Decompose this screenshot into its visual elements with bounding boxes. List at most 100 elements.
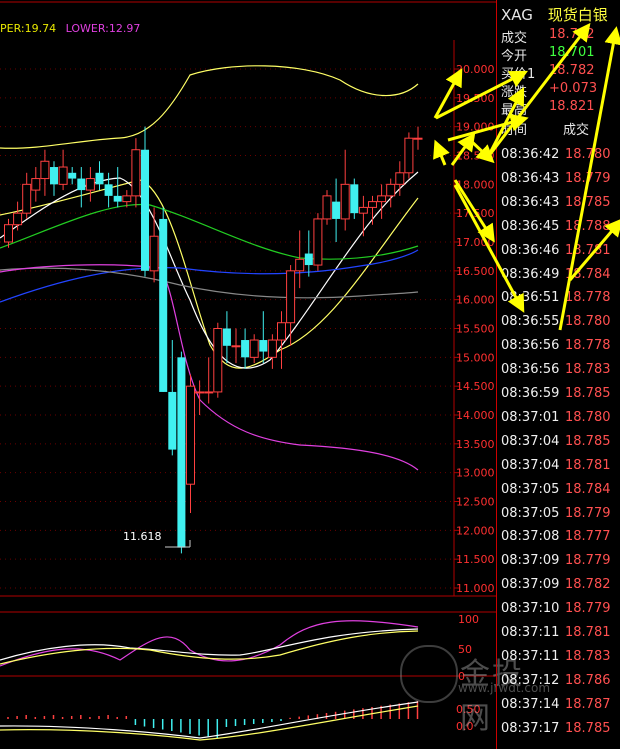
candle-body bbox=[50, 167, 58, 185]
candle-body bbox=[322, 195, 332, 220]
trade-row: 08:36:45 18.788 bbox=[501, 219, 619, 243]
trade-time: 08:36:55 bbox=[501, 314, 560, 330]
candle-body bbox=[95, 172, 104, 185]
trade-time: 08:36:42 bbox=[501, 147, 560, 162]
watermark-emblem bbox=[400, 645, 458, 703]
bollinger-lower: LOWER:12.97 bbox=[65, 22, 141, 35]
trade-price: 18.779 bbox=[565, 601, 611, 617]
trade-row: 08:37:14 18.787 bbox=[501, 697, 619, 721]
trade-row: 08:36:55 18.780 bbox=[501, 314, 619, 338]
trade-time: 08:37:08 bbox=[501, 529, 560, 545]
trade-time: 08:37:12 bbox=[501, 672, 560, 688]
candle-body bbox=[168, 391, 177, 450]
instrument-name: 现货白银 bbox=[547, 6, 608, 24]
candle-body bbox=[31, 178, 41, 191]
quote-label: 最高 bbox=[501, 103, 528, 118]
trade-row: 08:36:43 18.779 bbox=[501, 171, 619, 195]
candle-body bbox=[368, 201, 377, 208]
candle-body bbox=[4, 224, 13, 243]
trade-price: 18.779 bbox=[565, 553, 611, 569]
quote-label: 成交 bbox=[501, 31, 528, 46]
price-tick-label: 16.000 bbox=[456, 294, 495, 307]
candle-body bbox=[386, 183, 396, 197]
quote-row: 买价1 18.782 bbox=[501, 63, 619, 82]
trade-time: 08:37:11 bbox=[501, 648, 560, 664]
candle-body bbox=[104, 184, 113, 196]
price-tick-label: 11.000 bbox=[456, 582, 495, 595]
quote-row: 成交 18.782 bbox=[501, 27, 619, 46]
trade-price: 18.780 bbox=[565, 147, 611, 162]
candle-body bbox=[149, 235, 159, 272]
trade-row: 08:37:11 18.781 bbox=[501, 625, 619, 649]
trade-time: 08:36:43 bbox=[501, 194, 560, 210]
quote-label: 今开 bbox=[501, 49, 528, 64]
trade-time: 08:37:10 bbox=[501, 601, 560, 617]
candle-body bbox=[204, 391, 214, 394]
price-tick-label: 17.000 bbox=[456, 236, 495, 249]
candle-body bbox=[113, 195, 122, 202]
candle-body bbox=[267, 339, 277, 358]
price-tick-label: 18.500 bbox=[456, 150, 495, 163]
candle-body bbox=[122, 195, 132, 203]
candle-body bbox=[404, 137, 414, 174]
candle-body bbox=[195, 391, 205, 394]
price-tick-label: 12.500 bbox=[456, 496, 495, 509]
candle-body bbox=[377, 195, 387, 203]
price-tick-label: 16.500 bbox=[456, 265, 495, 278]
candle-body bbox=[131, 149, 141, 197]
low-price-label: 11.618 bbox=[123, 530, 162, 543]
trade-time: 08:37:17 bbox=[501, 720, 560, 736]
trade-row: 08:36:56 18.778 bbox=[501, 338, 619, 362]
trade-time: 08:36:59 bbox=[501, 386, 560, 401]
trade-price: 18.780 bbox=[565, 409, 611, 425]
price-chart[interactable]: 20.000 19.500 19.000 18.500 18.000 17.500 17.0… bbox=[0, 0, 496, 749]
trade-time: 08:37:05 bbox=[501, 481, 560, 497]
trade-time: 08:37:09 bbox=[501, 553, 560, 569]
trade-row: 08:37:10 18.779 bbox=[501, 601, 619, 625]
candlesticks bbox=[4, 126, 423, 554]
trades-header-price: 成交 bbox=[563, 123, 590, 138]
price-tick-label: 13.000 bbox=[456, 467, 495, 480]
bollinger-legend: PER:19.74 LOWER:12.97 bbox=[0, 22, 140, 35]
quote-value: 18.701 bbox=[549, 45, 595, 60]
kdj-k-line bbox=[0, 628, 419, 661]
candle-body bbox=[313, 218, 323, 266]
price-tick-label: 17.500 bbox=[456, 207, 495, 220]
trade-price: 18.785 bbox=[565, 720, 611, 736]
candle-body bbox=[40, 160, 50, 180]
trade-price: 18.779 bbox=[565, 505, 611, 521]
chart-grid bbox=[0, 1, 496, 677]
candle-body bbox=[213, 328, 223, 393]
trade-price: 18.788 bbox=[565, 218, 611, 234]
trade-row: 08:37:05 18.784 bbox=[501, 482, 619, 506]
quote-label: 涨跌 bbox=[501, 85, 528, 100]
price-axis: 20.000 19.500 19.000 18.500 18.000 17.500 17.0… bbox=[454, 63, 495, 595]
trade-time: 08:36:56 bbox=[501, 338, 560, 354]
macd-dea-line bbox=[0, 705, 419, 741]
price-tick-label: 20.000 bbox=[456, 63, 495, 76]
trade-time: 08:36:45 bbox=[501, 218, 560, 234]
trade-row: 08:37:11 18.783 bbox=[501, 649, 619, 673]
price-tick-label: 19.000 bbox=[456, 121, 495, 134]
trade-row: 08:36:43 18.785 bbox=[501, 195, 619, 219]
trade-price: 18.780 bbox=[565, 314, 611, 330]
indicator-tick-label: 100 bbox=[458, 613, 479, 626]
trade-row: 08:36:46 18.781 bbox=[501, 243, 619, 267]
quote-panel: XAG 现货白银 成交 18.782 今开 18.701 买价1 18.782 涨跌 +0.0… bbox=[496, 0, 620, 749]
candle-body bbox=[358, 206, 368, 214]
trade-time: 08:37:11 bbox=[501, 625, 560, 640]
candle-body bbox=[159, 218, 168, 392]
trade-row: 08:37:04 18.781 bbox=[501, 458, 619, 482]
trade-price: 18.786 bbox=[565, 672, 611, 688]
trade-price: 18.778 bbox=[565, 338, 611, 354]
candle-body bbox=[395, 172, 405, 185]
instrument-code: XAG bbox=[501, 6, 533, 24]
candle-body bbox=[277, 322, 286, 341]
trade-price: 18.787 bbox=[565, 696, 611, 712]
trade-row: 08:37:04 18.785 bbox=[501, 434, 619, 458]
trade-time: 08:37:04 bbox=[501, 433, 560, 449]
quote-value: 18.782 bbox=[549, 27, 595, 42]
trade-price: 18.781 bbox=[565, 242, 611, 258]
candle-body bbox=[141, 149, 149, 271]
trade-time: 08:37:14 bbox=[501, 696, 560, 712]
